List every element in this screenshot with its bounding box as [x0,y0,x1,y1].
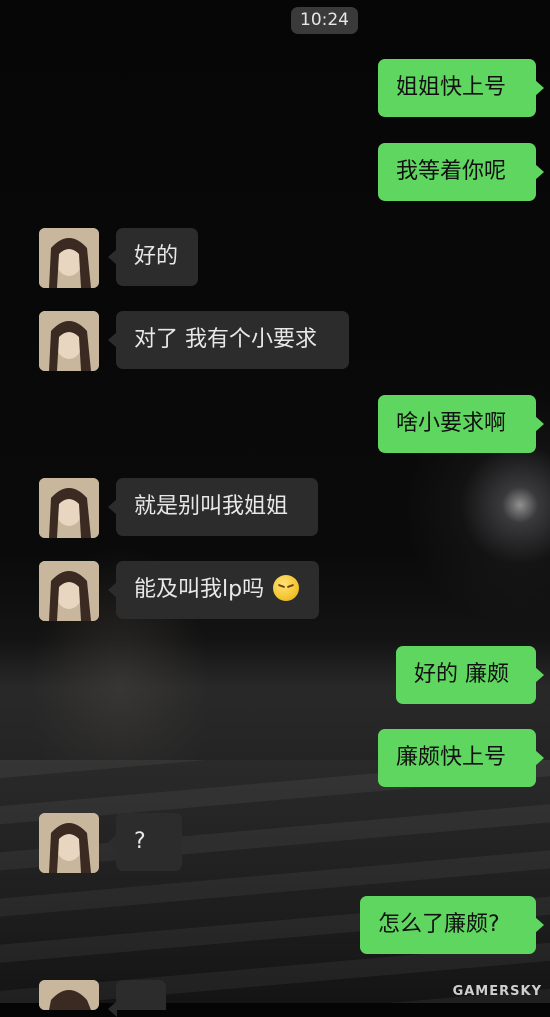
avatar-photo-icon [39,228,99,288]
message-text: 好的 [134,244,179,269]
message-text: 能及叫我lp吗 [134,577,265,602]
message-text: 就是别叫我姐姐 [134,494,289,519]
site-watermark: GAMERSKY [452,984,542,999]
timestamp-pill: 10:24 [291,7,358,34]
avatar-photo-icon [39,478,99,538]
incoming-message-bubble[interactable]: 就是别叫我姐姐 [108,478,318,536]
incoming-message-bubble[interactable]: 好的 [108,228,198,286]
contact-avatar[interactable] [39,813,99,873]
incoming-message-bubble[interactable] [108,980,166,1017]
avatar-photo-icon [39,561,99,621]
incoming-message-bubble[interactable]: 能及叫我lp吗 [108,561,319,619]
blushing-emoji-icon [273,575,300,601]
incoming-message-bubble[interactable]: 对了 我有个小要求 [108,311,349,369]
outgoing-message-bubble[interactable]: 好的 廉颇 [396,646,544,704]
message-text: 廉颇快上号 [396,745,507,770]
contact-avatar[interactable] [39,311,99,371]
message-text: 怎么了廉颇? [378,912,500,937]
outgoing-message-bubble[interactable]: 姐姐快上号 [378,59,544,117]
outgoing-message-bubble[interactable]: 我等着你呢 [378,143,544,201]
message-text: 我等着你呢 [396,159,507,184]
wet-road [0,760,550,1003]
contact-avatar[interactable] [39,561,99,621]
outgoing-message-bubble[interactable]: 啥小要求啊 [378,395,544,453]
contact-avatar[interactable] [39,478,99,538]
message-text: 姐姐快上号 [396,75,507,100]
message-text: 好的 廉颇 [414,662,509,687]
avatar-photo-icon [39,980,99,1010]
outgoing-message-bubble[interactable]: 怎么了廉颇? [360,896,544,954]
message-text: ? [134,829,146,854]
contact-avatar[interactable] [39,980,99,1010]
message-text: 对了 我有个小要求 [134,327,317,352]
avatar-photo-icon [39,311,99,371]
outgoing-message-bubble[interactable]: 廉颇快上号 [378,729,544,787]
contact-avatar[interactable] [39,228,99,288]
message-text: 啥小要求啊 [396,411,507,436]
avatar-photo-icon [39,813,99,873]
incoming-message-bubble[interactable]: ? [108,813,182,871]
